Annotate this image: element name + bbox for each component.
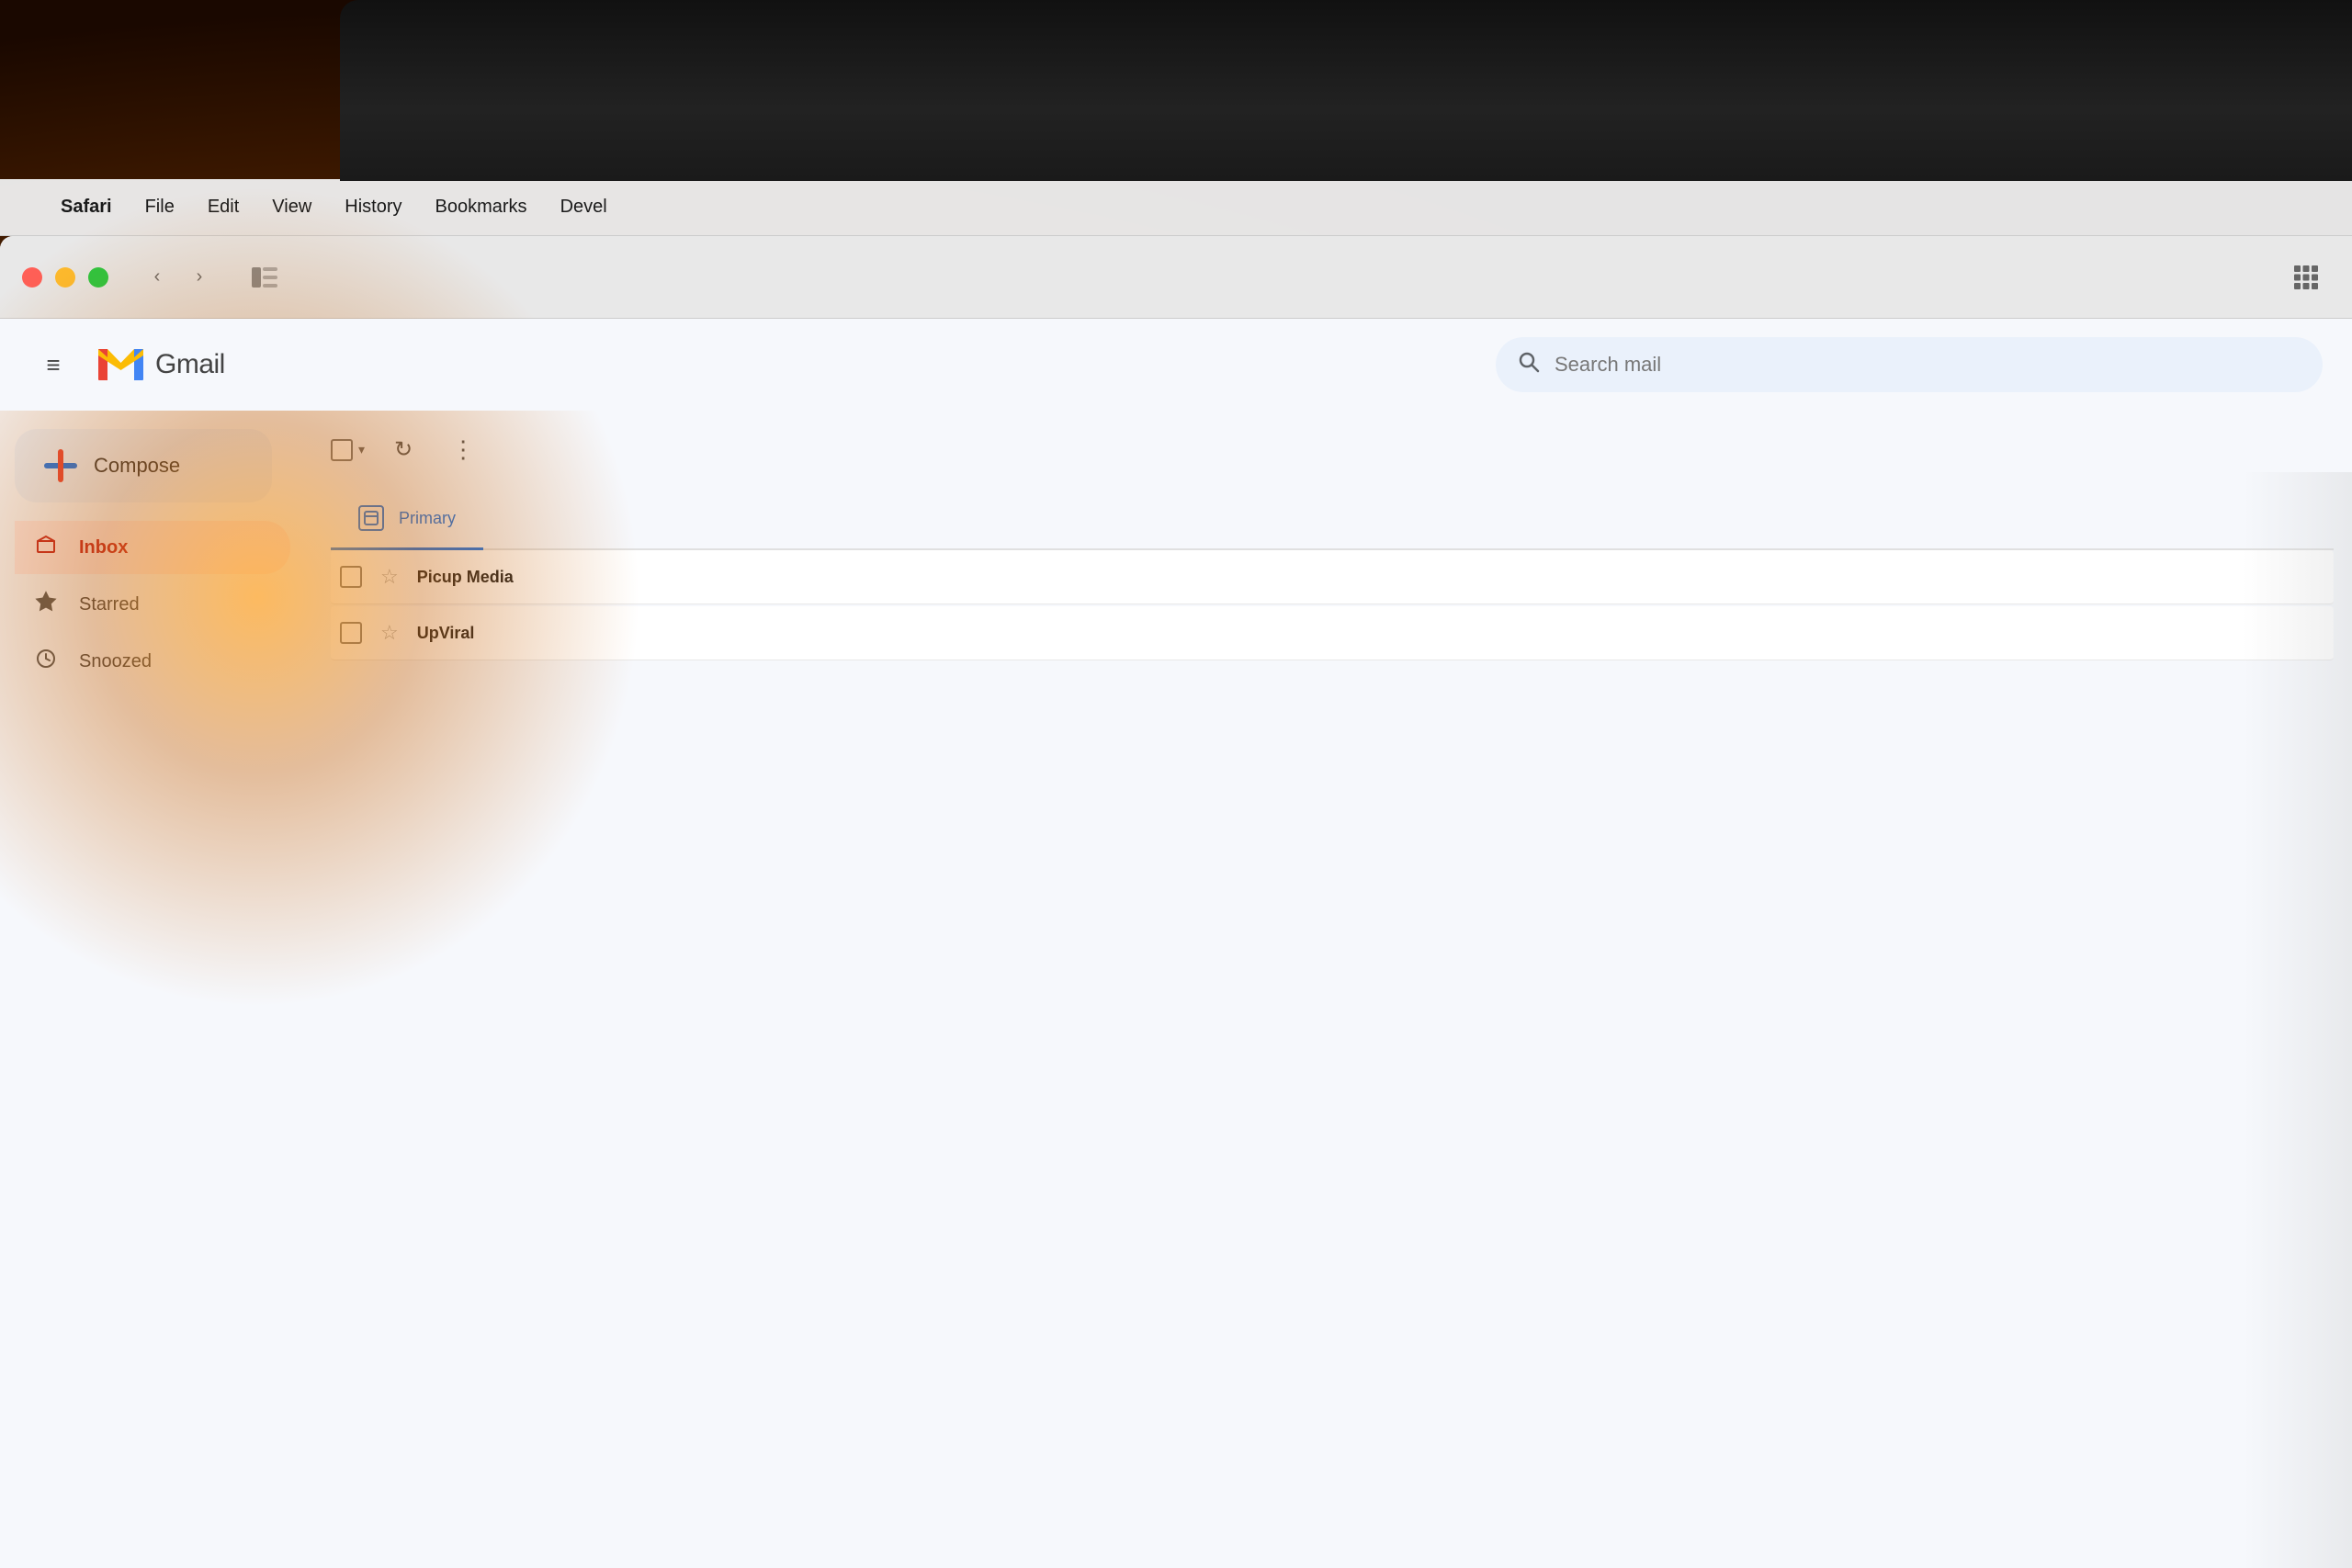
- laptop-bezel: [340, 0, 2352, 181]
- gmail-header: ≡: [0, 319, 2352, 411]
- background-glow: [0, 184, 643, 1010]
- hamburger-menu-button[interactable]: ≡: [29, 341, 77, 389]
- search-placeholder-text: Search mail: [1555, 353, 1661, 377]
- grid-view-button[interactable]: [2282, 257, 2330, 298]
- hamburger-icon: ≡: [46, 351, 60, 379]
- gmail-logo: Gmail: [96, 344, 225, 386]
- gmail-app-title: Gmail: [155, 349, 225, 380]
- search-icon: [1518, 351, 1540, 379]
- search-bar-wrapper: Search mail: [1496, 337, 2323, 392]
- search-bar[interactable]: Search mail: [1496, 337, 2323, 392]
- gmail-m-icon: [96, 344, 146, 386]
